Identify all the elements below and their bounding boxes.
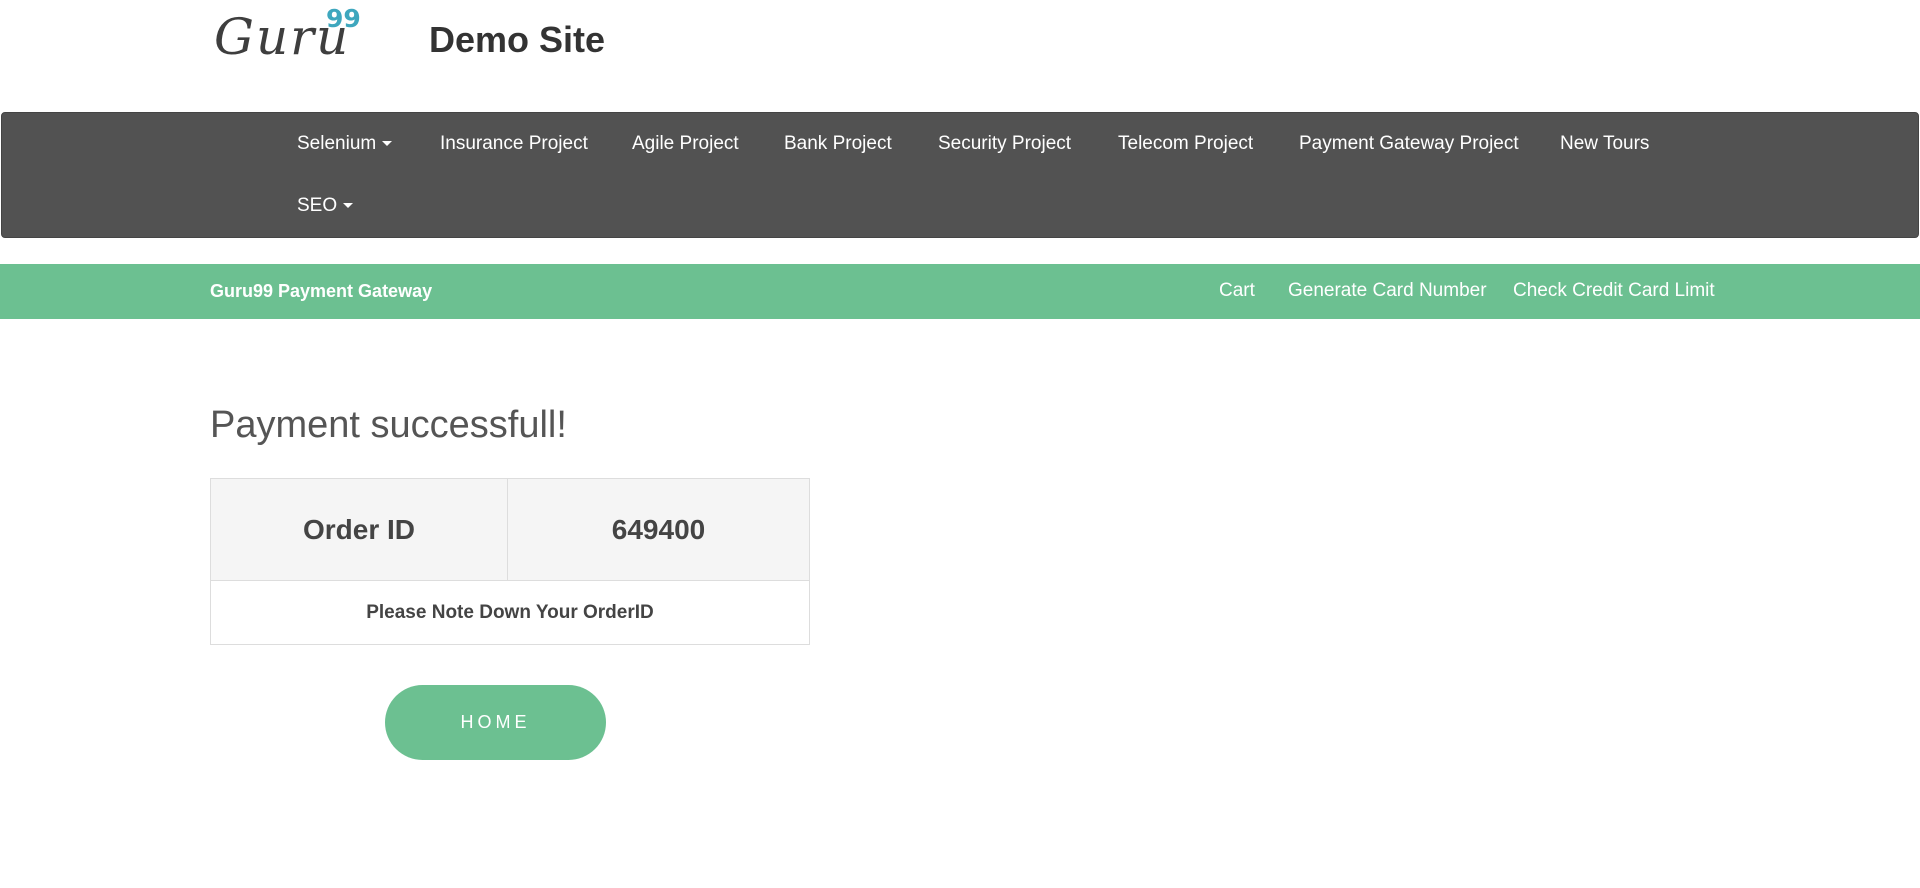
home-button[interactable]: HOME <box>385 685 606 760</box>
generate-card-number-link[interactable]: Generate Card Number <box>1288 279 1487 303</box>
nav-item-label: Selenium <box>297 133 377 154</box>
nav-item-insurance-project[interactable]: Insurance Project <box>440 132 588 156</box>
payment-gateway-bar: Guru99 Payment Gateway Cart Generate Car… <box>0 264 1920 319</box>
payment-success-heading: Payment successfull! <box>210 404 567 446</box>
logo-superscript: 99 <box>326 4 361 33</box>
nav-item-bank-project[interactable]: Bank Project <box>784 132 892 156</box>
nav-item-new-tours[interactable]: New Tours <box>1560 132 1649 156</box>
check-credit-card-limit-link[interactable]: Check Credit Card Limit <box>1513 279 1715 303</box>
nav-item-agile-project[interactable]: Agile Project <box>632 132 739 156</box>
order-id-label: Order ID <box>210 478 508 581</box>
nav-item-label: SEO <box>297 195 338 216</box>
site-title: Demo Site <box>429 19 606 60</box>
order-id-row: Order ID 649400 <box>210 478 810 581</box>
caret-down-icon <box>343 203 354 209</box>
guru99-logo[interactable]: Guru 99 <box>210 4 361 68</box>
order-id-value: 649400 <box>507 478 810 581</box>
nav-item-telecom-project[interactable]: Telecom Project <box>1118 132 1253 156</box>
caret-down-icon <box>382 141 393 147</box>
nav-item-seo[interactable]: SEO <box>297 194 354 218</box>
note-row: Please Note Down Your OrderID <box>210 580 810 645</box>
payment-gateway-brand[interactable]: Guru99 Payment Gateway <box>210 279 432 303</box>
nav-item-security-project[interactable]: Security Project <box>938 132 1071 156</box>
nav-item-payment-gateway-project[interactable]: Payment Gateway Project <box>1299 132 1519 156</box>
order-table: Order ID 649400 Please Note Down Your Or… <box>210 478 810 645</box>
site-header: Guru 99 Demo Site <box>0 0 1920 111</box>
nav-item-selenium[interactable]: Selenium <box>297 132 393 156</box>
top-navbar: Selenium Insurance Project Agile Project… <box>1 112 1919 238</box>
order-note: Please Note Down Your OrderID <box>210 580 810 645</box>
cart-link[interactable]: Cart <box>1219 279 1255 303</box>
